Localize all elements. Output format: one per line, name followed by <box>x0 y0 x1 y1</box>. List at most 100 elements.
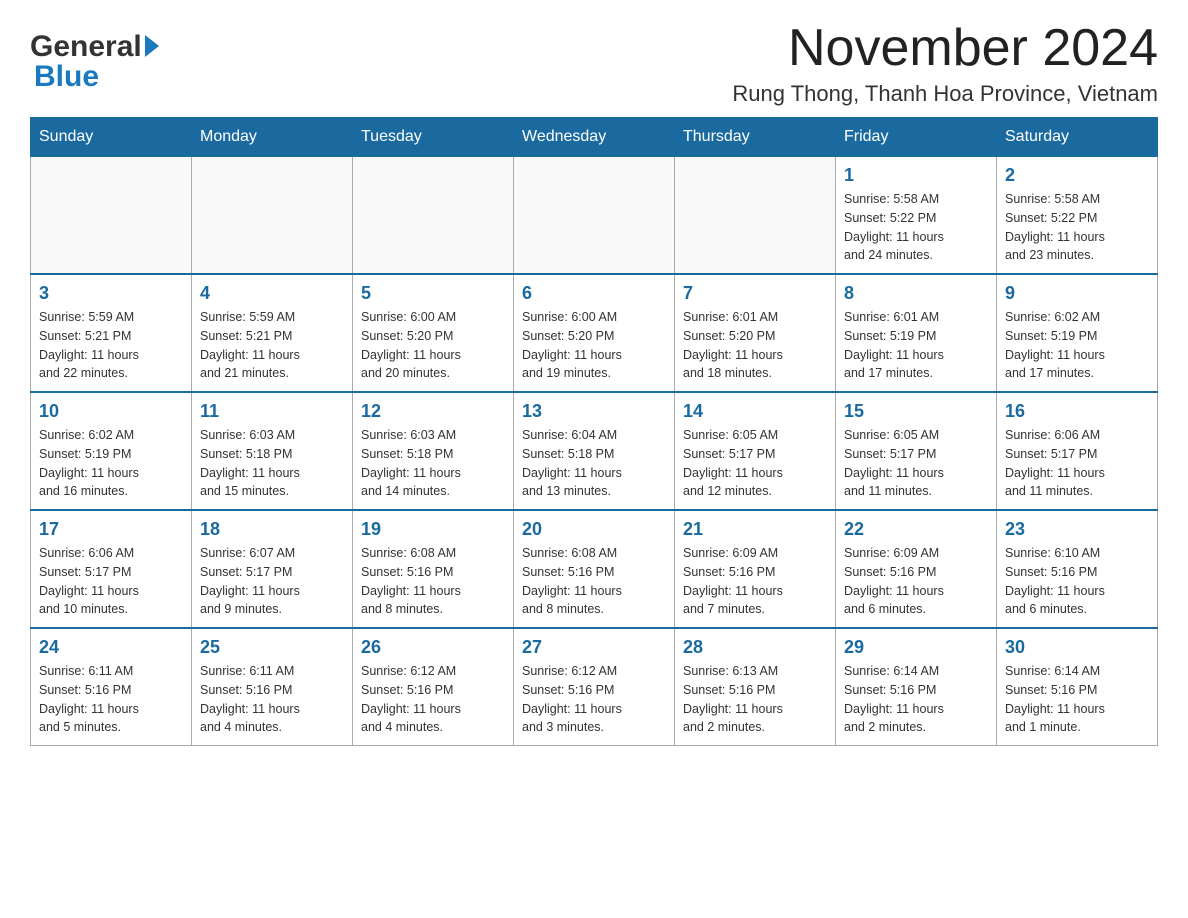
day-info: Sunrise: 6:03 AM Sunset: 5:18 PM Dayligh… <box>200 426 344 501</box>
day-info: Sunrise: 6:09 AM Sunset: 5:16 PM Dayligh… <box>683 544 827 619</box>
day-number: 17 <box>39 519 183 540</box>
calendar-cell: 18 Sunrise: 6:07 AM Sunset: 5:17 PM Dayli… <box>192 510 353 628</box>
day-info: Sunrise: 6:06 AM Sunset: 5:17 PM Dayligh… <box>39 544 183 619</box>
calendar-cell <box>353 157 514 275</box>
day-number: 11 <box>200 401 344 422</box>
day-info: Sunrise: 6:10 AM Sunset: 5:16 PM Dayligh… <box>1005 544 1149 619</box>
calendar-cell: 7 Sunrise: 6:01 AM Sunset: 5:20 PM Daylig… <box>675 274 836 392</box>
day-number: 6 <box>522 283 666 304</box>
day-info: Sunrise: 6:05 AM Sunset: 5:17 PM Dayligh… <box>844 426 988 501</box>
day-info: Sunrise: 6:04 AM Sunset: 5:18 PM Dayligh… <box>522 426 666 501</box>
day-info: Sunrise: 6:02 AM Sunset: 5:19 PM Dayligh… <box>1005 308 1149 383</box>
calendar-header-thursday: Thursday <box>675 118 836 157</box>
logo-blue-text: Blue <box>34 60 99 94</box>
calendar-cell: 19 Sunrise: 6:08 AM Sunset: 5:16 PM Dayli… <box>353 510 514 628</box>
day-info: Sunrise: 6:12 AM Sunset: 5:16 PM Dayligh… <box>522 662 666 737</box>
calendar-cell: 13 Sunrise: 6:04 AM Sunset: 5:18 PM Dayli… <box>514 392 675 510</box>
calendar-cell: 20Sunrise: 6:08 AM Sunset: 5:16 PM Dayli… <box>514 510 675 628</box>
calendar-header-sunday: Sunday <box>31 118 192 157</box>
title-area: November 2024 Rung Thong, Thanh Hoa Prov… <box>732 20 1158 107</box>
calendar-cell: 30 Sunrise: 6:14 AM Sunset: 5:16 PM Dayli… <box>997 628 1158 746</box>
day-info: Sunrise: 6:11 AM Sunset: 5:16 PM Dayligh… <box>39 662 183 737</box>
day-info: Sunrise: 5:58 AM Sunset: 5:22 PM Dayligh… <box>844 190 988 265</box>
calendar-header-wednesday: Wednesday <box>514 118 675 157</box>
calendar-cell <box>31 157 192 275</box>
calendar-header-saturday: Saturday <box>997 118 1158 157</box>
calendar-cell <box>514 157 675 275</box>
calendar-cell: 25Sunrise: 6:11 AM Sunset: 5:16 PM Dayli… <box>192 628 353 746</box>
day-number: 8 <box>844 283 988 304</box>
day-info: Sunrise: 6:03 AM Sunset: 5:18 PM Dayligh… <box>361 426 505 501</box>
calendar-cell: 2 Sunrise: 5:58 AM Sunset: 5:22 PM Daylig… <box>997 157 1158 275</box>
calendar-header-monday: Monday <box>192 118 353 157</box>
calendar-week-row-4: 17 Sunrise: 6:06 AM Sunset: 5:17 PM Dayli… <box>31 510 1158 628</box>
day-number: 29 <box>844 637 988 658</box>
day-info: Sunrise: 6:08 AM Sunset: 5:16 PM Dayligh… <box>361 544 505 619</box>
day-number: 16 <box>1005 401 1149 422</box>
calendar-cell: 29Sunrise: 6:14 AM Sunset: 5:16 PM Dayli… <box>836 628 997 746</box>
calendar-cell: 26Sunrise: 6:12 AM Sunset: 5:16 PM Dayli… <box>353 628 514 746</box>
calendar-table: SundayMondayTuesdayWednesdayThursdayFrid… <box>30 117 1158 746</box>
day-number: 1 <box>844 165 988 186</box>
calendar-cell: 3 Sunrise: 5:59 AM Sunset: 5:21 PM Daylig… <box>31 274 192 392</box>
calendar-week-row-2: 3 Sunrise: 5:59 AM Sunset: 5:21 PM Daylig… <box>31 274 1158 392</box>
day-number: 28 <box>683 637 827 658</box>
day-number: 25 <box>200 637 344 658</box>
calendar-subtitle: Rung Thong, Thanh Hoa Province, Vietnam <box>732 81 1158 107</box>
calendar-cell: 16 Sunrise: 6:06 AM Sunset: 5:17 PM Dayli… <box>997 392 1158 510</box>
day-number: 19 <box>361 519 505 540</box>
calendar-cell: 24 Sunrise: 6:11 AM Sunset: 5:16 PM Dayli… <box>31 628 192 746</box>
day-number: 30 <box>1005 637 1149 658</box>
day-number: 13 <box>522 401 666 422</box>
calendar-cell: 21 Sunrise: 6:09 AM Sunset: 5:16 PM Dayli… <box>675 510 836 628</box>
calendar-cell: 11 Sunrise: 6:03 AM Sunset: 5:18 PM Dayli… <box>192 392 353 510</box>
calendar-header-tuesday: Tuesday <box>353 118 514 157</box>
day-info: Sunrise: 5:59 AM Sunset: 5:21 PM Dayligh… <box>200 308 344 383</box>
calendar-header-friday: Friday <box>836 118 997 157</box>
calendar-cell: 1 Sunrise: 5:58 AM Sunset: 5:22 PM Daylig… <box>836 157 997 275</box>
header: General Blue November 2024 Rung Thong, T… <box>30 20 1158 107</box>
day-number: 3 <box>39 283 183 304</box>
day-info: Sunrise: 6:07 AM Sunset: 5:17 PM Dayligh… <box>200 544 344 619</box>
day-info: Sunrise: 6:12 AM Sunset: 5:16 PM Dayligh… <box>361 662 505 737</box>
day-number: 2 <box>1005 165 1149 186</box>
day-number: 22 <box>844 519 988 540</box>
day-info: Sunrise: 6:09 AM Sunset: 5:16 PM Dayligh… <box>844 544 988 619</box>
calendar-cell: 10Sunrise: 6:02 AM Sunset: 5:19 PM Dayli… <box>31 392 192 510</box>
day-number: 15 <box>844 401 988 422</box>
day-number: 20 <box>522 519 666 540</box>
day-number: 7 <box>683 283 827 304</box>
calendar-cell: 27 Sunrise: 6:12 AM Sunset: 5:16 PM Dayli… <box>514 628 675 746</box>
day-number: 27 <box>522 637 666 658</box>
calendar-cell: 6 Sunrise: 6:00 AM Sunset: 5:20 PM Daylig… <box>514 274 675 392</box>
day-number: 21 <box>683 519 827 540</box>
calendar-cell: 22 Sunrise: 6:09 AM Sunset: 5:16 PM Dayli… <box>836 510 997 628</box>
calendar-week-row-1: 1 Sunrise: 5:58 AM Sunset: 5:22 PM Daylig… <box>31 157 1158 275</box>
day-info: Sunrise: 6:00 AM Sunset: 5:20 PM Dayligh… <box>361 308 505 383</box>
calendar-header-row: SundayMondayTuesdayWednesdayThursdayFrid… <box>31 118 1158 157</box>
logo-general-text: General <box>30 30 142 64</box>
logo: General Blue <box>30 20 159 94</box>
day-info: Sunrise: 5:59 AM Sunset: 5:21 PM Dayligh… <box>39 308 183 383</box>
calendar-week-row-5: 24 Sunrise: 6:11 AM Sunset: 5:16 PM Dayli… <box>31 628 1158 746</box>
day-info: Sunrise: 6:13 AM Sunset: 5:16 PM Dayligh… <box>683 662 827 737</box>
calendar-cell: 12Sunrise: 6:03 AM Sunset: 5:18 PM Dayli… <box>353 392 514 510</box>
day-number: 5 <box>361 283 505 304</box>
day-number: 23 <box>1005 519 1149 540</box>
day-info: Sunrise: 5:58 AM Sunset: 5:22 PM Dayligh… <box>1005 190 1149 265</box>
day-number: 24 <box>39 637 183 658</box>
day-info: Sunrise: 6:00 AM Sunset: 5:20 PM Dayligh… <box>522 308 666 383</box>
day-info: Sunrise: 6:01 AM Sunset: 5:20 PM Dayligh… <box>683 308 827 383</box>
calendar-cell <box>675 157 836 275</box>
calendar-cell: 14Sunrise: 6:05 AM Sunset: 5:17 PM Dayli… <box>675 392 836 510</box>
calendar-cell: 9 Sunrise: 6:02 AM Sunset: 5:19 PM Daylig… <box>997 274 1158 392</box>
day-info: Sunrise: 6:14 AM Sunset: 5:16 PM Dayligh… <box>1005 662 1149 737</box>
day-info: Sunrise: 6:02 AM Sunset: 5:19 PM Dayligh… <box>39 426 183 501</box>
calendar-title: November 2024 <box>732 20 1158 77</box>
day-info: Sunrise: 6:06 AM Sunset: 5:17 PM Dayligh… <box>1005 426 1149 501</box>
calendar-cell <box>192 157 353 275</box>
day-number: 18 <box>200 519 344 540</box>
calendar-cell: 8Sunrise: 6:01 AM Sunset: 5:19 PM Daylig… <box>836 274 997 392</box>
day-number: 9 <box>1005 283 1149 304</box>
calendar-cell: 15 Sunrise: 6:05 AM Sunset: 5:17 PM Dayli… <box>836 392 997 510</box>
